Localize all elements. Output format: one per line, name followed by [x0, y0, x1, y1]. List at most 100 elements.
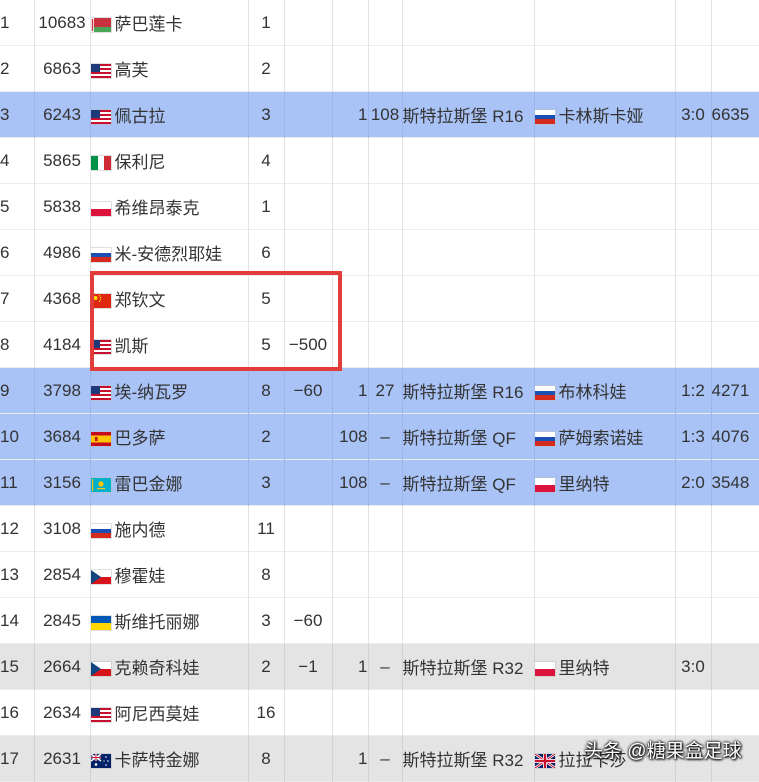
dropped-cell-text: 108	[339, 426, 368, 446]
gained-cell	[368, 505, 403, 552]
new-points-cell	[711, 321, 759, 368]
tournament-cell-text: 斯特拉斯堡 R16	[402, 107, 524, 126]
opponent-cell-text: 里纳特	[558, 659, 610, 678]
player-cell-text: 斯维托丽娜	[114, 613, 200, 632]
tournament-cell-text: 斯特拉斯堡 R32	[402, 751, 524, 770]
opponent-cell-text: 布林科娃	[558, 383, 627, 402]
opponent-cell: 卡林斯卡娅	[534, 91, 676, 138]
dropped-cell: 1	[332, 735, 369, 782]
player-cell-text: 保利尼	[114, 153, 166, 172]
new-points-cell	[711, 597, 759, 644]
gained-cell-text: –	[380, 426, 390, 446]
dropped-cell-text: 1	[358, 748, 368, 768]
change-cell: −1	[284, 643, 333, 690]
rank-cell-text: 15	[0, 656, 19, 676]
played-cell: 2	[248, 643, 285, 690]
tournament-cell	[402, 689, 535, 736]
opponent-cell-text: 卡林斯卡娅	[558, 107, 644, 126]
rank-cell-text: 14	[0, 610, 19, 630]
rank-cell-text: 5	[0, 196, 10, 216]
gained-cell-text: 108	[370, 104, 400, 124]
played-cell-text: 2	[261, 58, 271, 78]
new-points-cell: 3548	[711, 459, 759, 506]
change-cell	[284, 0, 333, 46]
played-cell: 2	[248, 413, 285, 460]
gained-cell	[368, 0, 403, 46]
score-cell	[675, 45, 712, 92]
table-row: 9 3798 埃-纳瓦罗 8 −60 1 27 斯特拉斯堡 R16 布林科娃 1:2 4271	[0, 367, 759, 414]
player-cell: 卡萨特金娜	[90, 735, 249, 782]
tournament-cell-text: 斯特拉斯堡 R32	[402, 659, 524, 678]
score-cell-text: 3:0	[681, 656, 705, 676]
player-cell: 巴多萨	[90, 413, 249, 460]
gained-cell-text: –	[380, 748, 390, 768]
played-cell-text: 8	[261, 748, 271, 768]
gained-cell	[368, 275, 403, 322]
points-cell: 2631	[34, 735, 91, 782]
change-cell-text: −60	[293, 610, 323, 630]
tournament-cell	[402, 321, 535, 368]
points-cell-text: 3798	[43, 380, 81, 400]
player-cell: 希维昂泰克	[90, 183, 249, 230]
player-cell: 克赖奇科娃	[90, 643, 249, 690]
opponent-cell: 里纳特	[534, 643, 676, 690]
player-cell: 雷巴金娜	[90, 459, 249, 506]
poland-flag-icon	[534, 478, 555, 492]
played-cell: 1	[248, 0, 285, 46]
watermark-text: 头条 @糖果盒足球	[584, 741, 742, 762]
points-cell: 3156	[34, 459, 91, 506]
new-points-cell	[711, 0, 759, 46]
played-cell-text: 2	[261, 656, 271, 676]
change-cell: −60	[284, 597, 333, 644]
table-row: 14 2845 斯维托丽娜 3 −60	[0, 597, 759, 644]
table-row: 6 4986 米-安德烈耶娃 6	[0, 229, 759, 276]
new-points-cell	[711, 689, 759, 736]
rank-cell: 14	[0, 597, 35, 644]
ranking-table-body: 1 10683 萨巴莲卡 1 2 6863 高芙 2 3 6243 佩古拉 3 1 108 斯特拉斯堡 R1…	[0, 0, 759, 782]
rank-cell: 6	[0, 229, 35, 276]
gained-cell	[368, 551, 403, 598]
new-points-cell: 4076	[711, 413, 759, 460]
dropped-cell-text: 1	[358, 656, 368, 676]
points-cell: 4986	[34, 229, 91, 276]
player-cell-text: 巴多萨	[114, 429, 166, 448]
points-cell: 2854	[34, 551, 91, 598]
table-row: 11 3156 雷巴金娜 3 108– 斯特拉斯堡 QF 里纳特 2:0 3548	[0, 459, 759, 506]
played-cell: 8	[248, 367, 285, 414]
russia-flag-icon	[90, 524, 111, 538]
opponent-cell	[534, 321, 676, 368]
dropped-cell: 1	[332, 367, 369, 414]
gained-cell: –	[368, 643, 403, 690]
points-cell: 3798	[34, 367, 91, 414]
dropped-cell	[332, 551, 369, 598]
opponent-cell	[534, 689, 676, 736]
russia-flag-icon	[534, 386, 555, 400]
change-cell	[284, 413, 333, 460]
player-cell-text: 阿尼西莫娃	[114, 705, 200, 724]
points-cell-text: 2854	[43, 564, 81, 584]
change-cell	[284, 689, 333, 736]
points-cell-text: 5865	[43, 150, 81, 170]
change-cell-text: −1	[298, 656, 318, 676]
usa-flag-icon	[90, 64, 111, 78]
table-row: 1 10683 萨巴莲卡 1	[0, 0, 759, 46]
played-cell: 1	[248, 183, 285, 230]
tournament-cell	[402, 0, 535, 46]
player-cell: 保利尼	[90, 137, 249, 184]
played-cell: 3	[248, 597, 285, 644]
gained-cell: –	[368, 459, 403, 506]
change-cell	[284, 45, 333, 92]
dropped-cell: 108	[332, 413, 369, 460]
score-cell: 3:0	[675, 643, 712, 690]
points-cell: 4368	[34, 275, 91, 322]
change-cell	[284, 91, 333, 138]
points-cell-text: 4986	[43, 242, 81, 262]
dropped-cell	[332, 229, 369, 276]
table-row: 16 2634 阿尼西莫娃 16	[0, 689, 759, 736]
player-cell: 施内德	[90, 505, 249, 552]
new-points-cell	[711, 137, 759, 184]
tournament-cell	[402, 137, 535, 184]
gained-cell	[368, 229, 403, 276]
rank-cell-text: 12	[0, 518, 19, 538]
score-cell: 1:3	[675, 413, 712, 460]
